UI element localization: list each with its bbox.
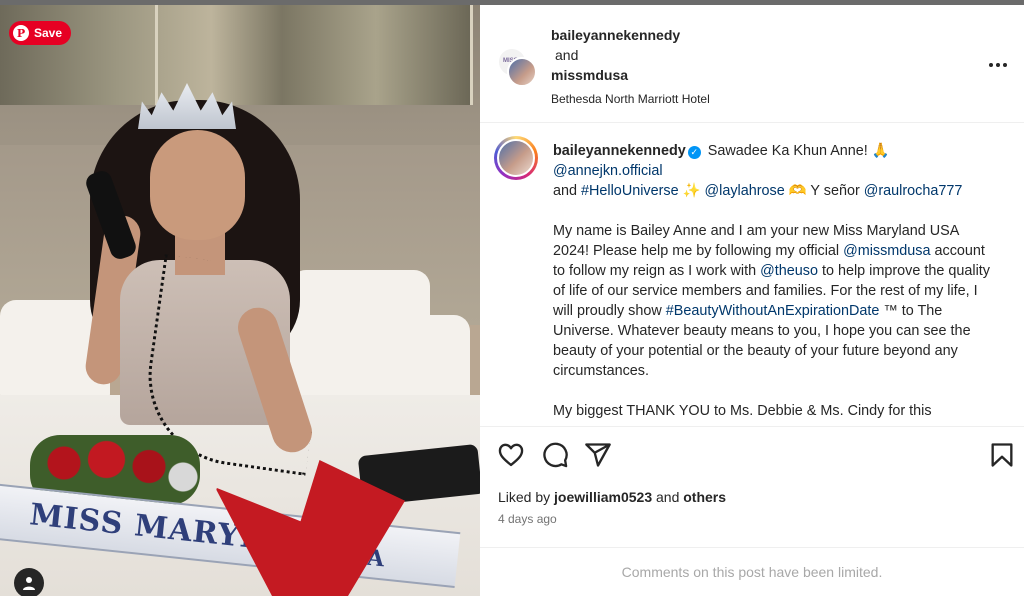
caption-y-senor: Y señor: [810, 183, 860, 199]
photo-face: [150, 130, 245, 240]
caption-scroll-area[interactable]: baileyannekennedy ✓ Sawadee Ka Khun Anne!…: [480, 124, 1024, 426]
user-icon: [23, 577, 35, 590]
mention-raulrocha[interactable]: @raulrocha777: [864, 183, 963, 199]
more-options-button[interactable]: [986, 53, 1010, 77]
tagged-users-button[interactable]: [14, 568, 44, 596]
post-header: MISS baileyannekennedy and missmdusa Bet…: [480, 5, 1024, 123]
photo-artwork-divider: [155, 5, 158, 105]
caption-text-segment: My biggest THANK YOU to Ms. Debbie & Ms.…: [553, 403, 932, 419]
more-dot-icon: [989, 63, 993, 67]
heart-hands-emoji: 🫶: [788, 183, 807, 199]
comments-limited-notice: Comments on this post have been limited.: [480, 547, 1024, 596]
liked-by-others[interactable]: others: [683, 489, 726, 505]
more-dot-icon: [996, 63, 1000, 67]
caption-text: baileyannekennedy ✓ Sawadee Ka Khun Anne!…: [553, 141, 998, 421]
hashtag-hellouniverse[interactable]: #HelloUniverse: [581, 183, 679, 199]
header-username-1[interactable]: baileyannekennedy: [551, 25, 710, 45]
more-dot-icon: [1003, 63, 1007, 67]
post-actions: Liked by joewilliam0523 and others 4 day…: [480, 426, 1024, 546]
bookmark-icon[interactable]: [988, 441, 1016, 469]
liked-by: Liked by joewilliam0523 and others: [498, 489, 726, 505]
caption-paragraph-2: My name is Bailey Anne and I am your new…: [553, 221, 998, 381]
caption-username[interactable]: baileyannekennedy: [553, 143, 686, 159]
collab-avatars[interactable]: MISS: [497, 47, 537, 87]
post-timestamp[interactable]: 4 days ago: [498, 512, 557, 526]
heart-icon[interactable]: [497, 441, 525, 469]
mention-missmdusa[interactable]: @missmdusa: [843, 243, 930, 259]
pinterest-icon: P: [13, 25, 29, 41]
hashtag-beautywithoutanexpirationdate[interactable]: #BeautyWithoutAnExpirationDate: [666, 303, 880, 319]
caption-line-1: Sawadee Ka Khun Anne! 🙏: [707, 143, 890, 159]
verified-badge-icon: ✓: [687, 146, 701, 159]
photo-artwork-divider: [470, 5, 473, 105]
comment-icon[interactable]: [541, 441, 569, 469]
mention-annejkn[interactable]: @annejkn.official: [553, 163, 663, 179]
caption-avatar: [497, 139, 535, 177]
post-details-panel: MISS baileyannekennedy and missmdusa Bet…: [480, 5, 1024, 596]
sparkles-emoji: ✨: [682, 183, 701, 199]
caption-and: and: [553, 183, 578, 199]
save-label: Save: [34, 26, 63, 40]
mention-theuso[interactable]: @theuso: [760, 263, 818, 279]
share-icon[interactable]: [584, 441, 612, 469]
liked-by-user[interactable]: joewilliam0523: [554, 489, 652, 505]
header-and: and: [555, 47, 579, 63]
post-photo[interactable]: MISS MARYLAND USA P Save: [0, 5, 480, 596]
header-names: baileyannekennedy and missmdusa Bethesda…: [551, 25, 710, 109]
photo-artwork: [0, 5, 470, 105]
liked-by-and: and: [656, 489, 680, 505]
mention-laylahrose[interactable]: @laylahrose: [705, 183, 785, 199]
location-link[interactable]: Bethesda North Marriott Hotel: [551, 89, 710, 109]
avatar-baileyannekennedy: [507, 57, 537, 87]
caption-avatar-story-ring[interactable]: [494, 136, 538, 180]
caption-paragraph-3: My biggest THANK YOU to Ms. Debbie & Ms.…: [553, 401, 998, 421]
pinterest-save-button[interactable]: P Save: [9, 21, 72, 45]
header-username-2[interactable]: missmdusa: [551, 65, 710, 85]
liked-by-prefix: Liked by: [498, 489, 551, 505]
